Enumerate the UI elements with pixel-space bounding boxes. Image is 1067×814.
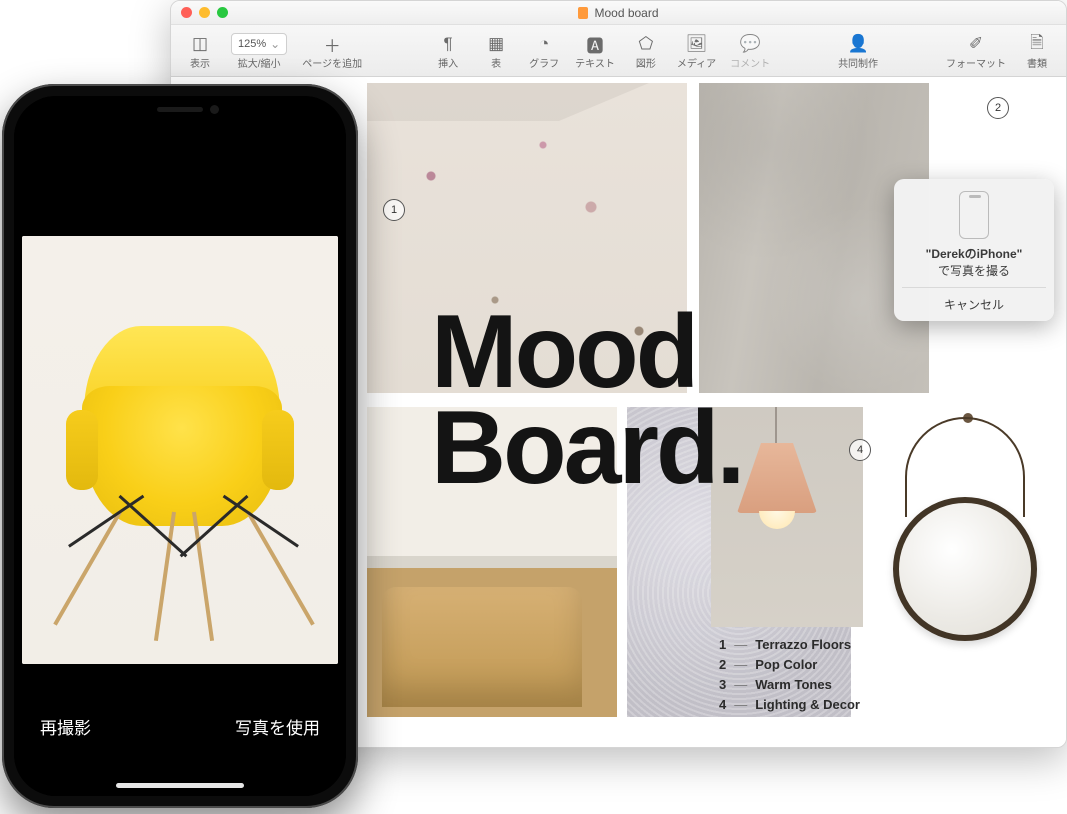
legend-num: 2	[719, 655, 726, 675]
text-icon: 🅰︎	[586, 33, 603, 55]
zoom-label: 拡大/縮小	[238, 55, 281, 70]
titlebar: Mood board	[171, 1, 1066, 25]
retake-button[interactable]: 再撮影	[40, 714, 91, 739]
add-page-button[interactable]: ＋ ページを追加	[297, 31, 367, 72]
table-label: 表	[491, 55, 501, 70]
callout-marker-4: 4	[849, 439, 871, 461]
chair-leg	[246, 511, 314, 626]
insert-label: 挿入	[438, 55, 458, 70]
doc-icon	[578, 7, 588, 19]
chart-button[interactable]: ◔ グラフ	[523, 31, 565, 72]
shape-button[interactable]: ⬠ 図形	[625, 31, 667, 72]
add-page-label: ページを追加	[302, 55, 362, 70]
image-pendant-lamp[interactable]	[711, 407, 863, 627]
text-button[interactable]: 🅰︎ テキスト	[571, 31, 619, 72]
legend-dash: —	[734, 655, 747, 675]
popover-action: で写真を撮る	[938, 264, 1010, 278]
legend-text: Lighting & Decor	[755, 695, 860, 715]
brush-icon: ✐	[969, 33, 983, 55]
callout-marker-2: 2	[987, 97, 1009, 119]
document-button[interactable]: 🗎 書類	[1016, 31, 1058, 72]
image-sofa[interactable]	[367, 407, 617, 717]
chart-icon: ◔	[539, 33, 549, 55]
chair-arm	[66, 410, 98, 490]
legend-dash: —	[734, 695, 747, 715]
media-button[interactable]: 🖼︎ メディア	[673, 31, 720, 72]
collaborate-icon: 👤	[847, 33, 868, 55]
format-button[interactable]: ✐ フォーマット	[942, 31, 1010, 72]
media-label: メディア	[677, 55, 716, 70]
legend-text: Terrazzo Floors	[755, 635, 851, 655]
table-icon: ▦	[488, 33, 504, 55]
comment-label: コメント	[730, 55, 770, 70]
notch	[95, 96, 265, 124]
legend-row: 4 — Lighting & Decor	[719, 695, 860, 715]
chair-leg	[192, 512, 214, 641]
legend-num: 1	[719, 635, 726, 655]
legend-row: 3 — Warm Tones	[719, 675, 860, 695]
shape-icon: ⬠	[638, 33, 653, 55]
collaborate-button[interactable]: 👤 共同制作	[834, 31, 882, 72]
comment-button[interactable]: 💬 コメント	[726, 31, 774, 72]
legend-text: Pop Color	[755, 655, 817, 675]
camera-viewfinder[interactable]	[22, 236, 338, 664]
table-button[interactable]: ▦ 表	[475, 31, 517, 72]
view-label: 表示	[190, 55, 210, 70]
zoom-menu[interactable]: 125% 拡大/縮小	[227, 31, 291, 72]
collaborate-label: 共同制作	[838, 55, 878, 70]
image-terrazzo[interactable]	[367, 83, 687, 393]
legend-text: Warm Tones	[755, 675, 832, 695]
popover-device: "DerekのiPhone"	[926, 247, 1023, 261]
text-label: テキスト	[575, 55, 615, 70]
image-round-mirror[interactable]	[871, 407, 1057, 737]
iphone-device: 再撮影 写真を使用	[2, 84, 358, 808]
paragraph-icon: ¶	[444, 33, 453, 55]
legend-num: 3	[719, 675, 726, 695]
phone-outline-icon	[959, 191, 989, 239]
window-title: Mood board	[171, 6, 1066, 20]
chair-seat	[82, 386, 282, 526]
lamp-cord	[775, 407, 777, 445]
zoom-value[interactable]: 125%	[231, 33, 287, 55]
home-indicator[interactable]	[116, 783, 244, 788]
continuity-camera-popover: "DerekのiPhone" で写真を撮る キャンセル	[894, 179, 1054, 321]
legend-row: 2 — Pop Color	[719, 655, 860, 675]
toolbar: ◫ 表示 125% 拡大/縮小 ＋ ページを追加 ¶ 挿入 ▦ 表 ◔ グラフ …	[171, 25, 1066, 77]
format-label: フォーマット	[946, 55, 1006, 70]
legend-row: 1 — Terrazzo Floors	[719, 635, 860, 655]
callout-marker-1: 1	[383, 199, 405, 221]
camera-bottom-bar: 再撮影 写真を使用	[14, 664, 346, 796]
legend-num: 4	[719, 695, 726, 715]
use-photo-button[interactable]: 写真を使用	[235, 714, 320, 739]
insert-button[interactable]: ¶ 挿入	[427, 31, 469, 72]
iphone-screen: 再撮影 写真を使用	[14, 96, 346, 796]
lamp-bulb	[759, 511, 795, 529]
lamp-shade	[737, 443, 817, 513]
shape-label: 図形	[636, 55, 656, 70]
document-icon: 🗎	[1030, 33, 1044, 55]
legend-dash: —	[734, 635, 747, 655]
document-label: 書類	[1027, 55, 1047, 70]
chart-label: グラフ	[529, 55, 559, 70]
view-button[interactable]: ◫ 表示	[179, 31, 221, 72]
media-icon: 🖼︎	[686, 33, 708, 55]
popover-message: "DerekのiPhone" で写真を撮る	[902, 245, 1046, 279]
mirror-glass	[893, 497, 1037, 641]
cancel-button[interactable]: キャンセル	[902, 287, 1046, 321]
legend-dash: —	[734, 675, 747, 695]
window-title-text: Mood board	[594, 6, 658, 20]
sidebar-icon: ◫	[192, 33, 208, 55]
legend-list[interactable]: 1 — Terrazzo Floors 2 — Pop Color 3 — Warm Ton…	[719, 635, 860, 716]
chair-arm	[262, 410, 294, 490]
plus-page-icon: ＋	[324, 33, 341, 55]
comment-icon: 💬	[740, 33, 761, 55]
chair-leg	[53, 511, 121, 626]
